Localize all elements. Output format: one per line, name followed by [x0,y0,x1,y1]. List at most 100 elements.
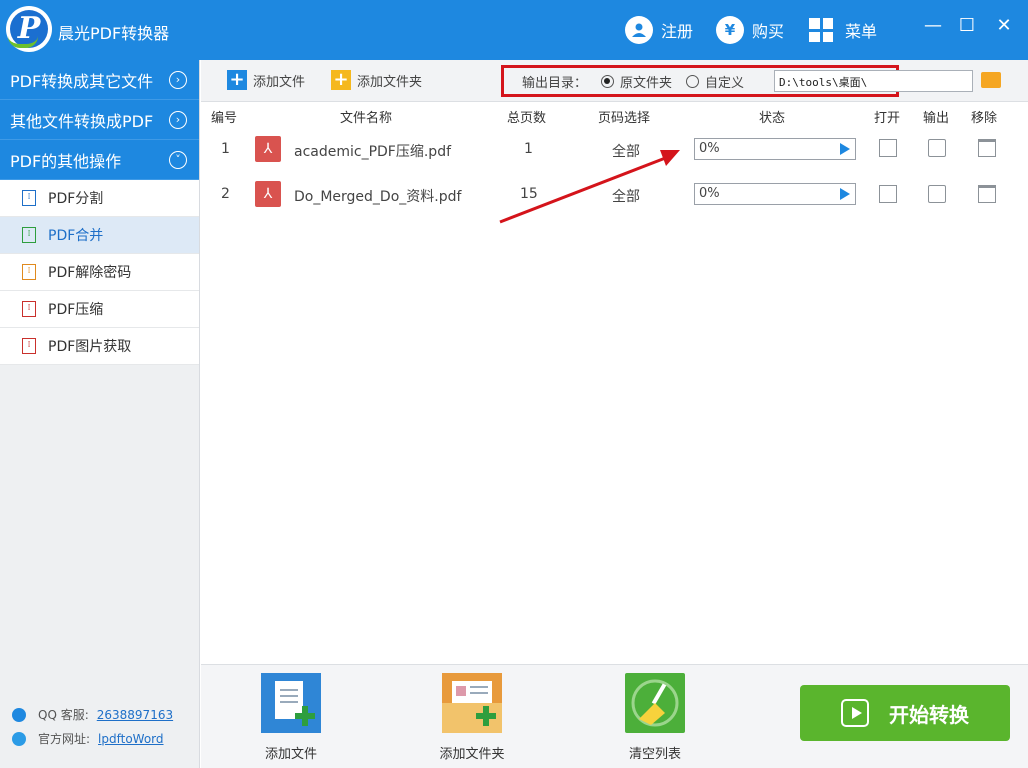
row-page-range[interactable]: 全部 [612,186,640,206]
header-status: 状态 [759,111,786,126]
chevron-down-icon: ˅ [169,151,187,169]
output-label: 输出目录： [522,75,588,91]
sidebar: PDF转换成其它文件 › 其他文件转换成PDF › PDF的其他操作 ˅ ⁞ P… [0,60,200,768]
row-pages: 15 [520,186,538,202]
sidebar-item-label: PDF合并 [48,228,104,244]
clear-list-label: 清空列表 [628,747,681,762]
file-table-header: 编号 文件名称 总页数 页码选择 状态 打开 输出 移除 [201,103,1028,126]
table-row[interactable]: 1 ⅄ academic_PDF压缩.pdf 1 全部 0% [201,126,1028,172]
option-source-label: 原文件夹 [620,75,673,91]
close-button[interactable]: ✕ [992,14,1016,38]
pdf-compress-icon: ⁞ [22,301,36,317]
sidebar-category-pdf-other-ops[interactable]: PDF的其他操作 ˅ [0,140,199,180]
header-open: 打开 [874,111,901,126]
add-file-button[interactable]: + 添加文件 [227,70,305,90]
sidebar-item-pdf-compress[interactable]: ⁞ PDF压缩 [0,291,199,328]
browse-folder-icon[interactable] [981,72,1001,88]
sidebar-item-pdf-image-extract[interactable]: ⁞ PDF图片获取 [0,328,199,365]
qq-icon [12,707,26,722]
pdf-image-icon: ⁞ [22,338,36,354]
add-folder-button[interactable]: + 添加文件夹 [331,70,422,90]
row-status: 0% [694,138,856,160]
app-window: P 晨光PDF转换器 注册 ¥ 购买 菜单 — ☐ ✕ PDF转换成其它文件 ›… [0,0,1028,768]
play-icon[interactable] [840,188,850,200]
sidebar-item-label: PDF解除密码 [48,265,132,281]
site-link[interactable]: lpdftoWord [98,732,163,746]
sidebar-item-pdf-unlock[interactable]: ⁞ PDF解除密码 [0,254,199,291]
app-title: 晨光PDF转换器 [58,24,170,43]
row-index: 1 [221,141,230,157]
status-text: 0% [699,141,720,156]
row-page-range[interactable]: 全部 [612,141,640,161]
bottom-add-file-label: 添加文件 [264,747,317,762]
menu-label: 菜单 [845,22,878,41]
site-label: 官方网址: [38,732,91,746]
bottom-add-file-button[interactable]: 添加文件 [221,673,361,762]
trash-icon[interactable] [978,185,996,203]
row-filename: Do_Merged_Do_资料.pdf [294,189,462,205]
open-external-icon[interactable] [879,139,897,157]
output-icon[interactable] [928,185,946,203]
category-label: PDF转换成其它文件 [10,71,154,91]
header-output: 输出 [923,111,950,126]
sidebar-item-label: PDF分割 [48,191,104,207]
play-icon[interactable] [840,143,850,155]
radio-custom-folder[interactable] [686,74,700,88]
qq-label: QQ 客服: [38,708,89,722]
category-label: PDF的其他操作 [10,151,122,171]
sidebar-item-pdf-merge[interactable]: ⁞ PDF合并 [0,217,199,254]
header-remove: 移除 [971,111,998,126]
play-icon [841,699,869,727]
status-text: 0% [699,186,720,201]
trash-icon[interactable] [978,139,996,157]
add-folder-large-icon [442,673,502,733]
sidebar-category-other-to-pdf[interactable]: 其他文件转换成PDF › [0,100,199,140]
ie-icon [12,731,26,746]
add-file-large-icon [261,673,321,733]
start-convert-button[interactable]: 开始转换 [800,685,1010,741]
header-pages: 总页数 [507,111,547,126]
yen-icon: ¥ [716,16,744,44]
row-index: 2 [221,186,230,202]
bottom-bar: 添加文件 添加文件夹 清空列表 开始转换 [201,664,1028,768]
maximize-button[interactable]: ☐ [955,14,979,38]
sidebar-category-pdf-to-other[interactable]: PDF转换成其它文件 › [0,60,199,100]
minimize-button[interactable]: — [921,14,945,38]
sidebar-item-label: PDF图片获取 [48,339,132,355]
pdf-file-icon: ⅄ [255,181,281,207]
add-folder-icon: + [331,70,351,90]
bottom-add-folder-label: 添加文件夹 [439,747,505,762]
option-custom-label: 自定义 [705,75,745,91]
add-file-icon: + [227,70,247,90]
pdf-merge-icon: ⁞ [22,227,36,243]
grid-menu-icon [809,18,833,42]
table-row[interactable]: 2 ⅄ Do_Merged_Do_资料.pdf 15 全部 0% [201,172,1028,218]
chevron-right-icon: › [169,71,187,89]
row-status: 0% [694,183,856,205]
broom-icon [625,673,685,733]
sidebar-item-pdf-split[interactable]: ⁞ PDF分割 [0,180,199,217]
open-external-icon[interactable] [879,185,897,203]
radio-source-folder[interactable] [601,74,615,88]
row-pages: 1 [524,141,533,157]
header-index: 编号 [211,111,238,126]
header-range: 页码选择 [598,111,651,126]
app-logo: P [6,6,52,52]
title-bar: P 晨光PDF转换器 注册 ¥ 购买 菜单 — ☐ ✕ [0,0,1028,60]
bottom-add-folder-button[interactable]: 添加文件夹 [402,673,542,762]
start-convert-label: 开始转换 [889,702,969,727]
toolbar: + 添加文件 + 添加文件夹 输出目录： 原文件夹 自定义 D:\tools\桌… [201,60,1028,102]
add-folder-label: 添加文件夹 [357,74,423,90]
buy-button[interactable]: ¥ 购买 [716,14,784,46]
official-site: 官方网址: lpdftoWord [12,730,164,747]
output-icon[interactable] [928,139,946,157]
menu-button[interactable]: 菜单 [809,14,877,46]
qq-link[interactable]: 2638897163 [97,708,173,722]
pdf-unlock-icon: ⁞ [22,264,36,280]
register-label: 注册 [661,22,694,41]
clear-list-button[interactable]: 清空列表 [585,673,725,762]
output-path-field[interactable]: D:\tools\桌面\ [774,70,973,92]
register-button[interactable]: 注册 [625,14,693,46]
qq-support: QQ 客服: 2638897163 [12,706,173,723]
row-filename: academic_PDF压缩.pdf [294,144,452,160]
